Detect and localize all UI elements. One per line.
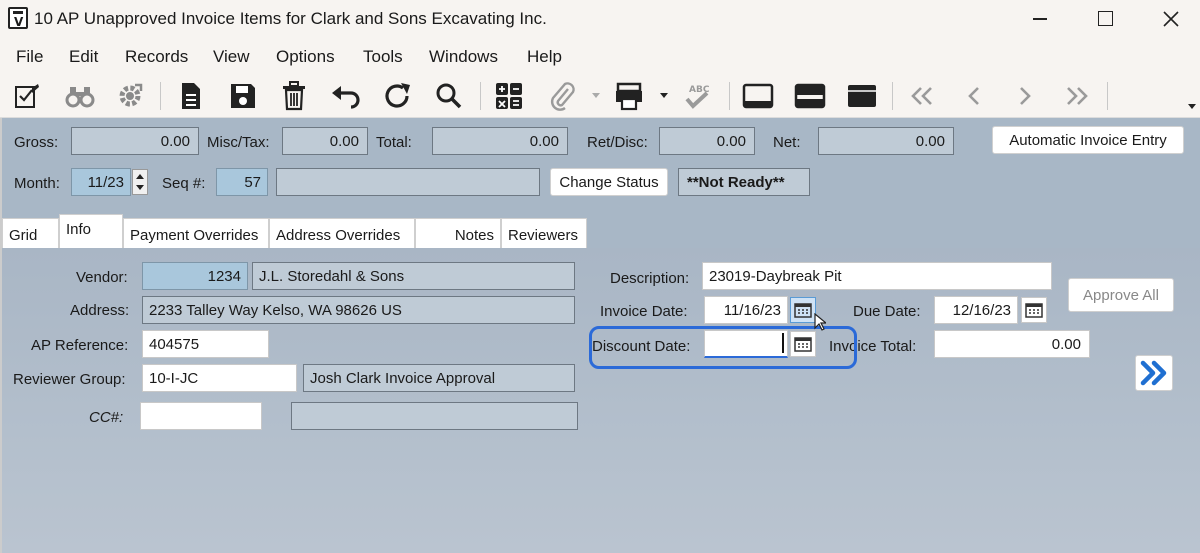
seq-label: Seq #: [162, 175, 206, 192]
gross-field: 0.00 [71, 127, 199, 155]
title-bar: V 10 AP Unapproved Invoice Items for Cla… [0, 0, 1200, 38]
net-field: 0.00 [818, 127, 954, 155]
totals-header: Gross: 0.00 Misc/Tax: 0.00 Total: 0.00 R… [0, 118, 1200, 214]
refresh-icon[interactable] [381, 79, 415, 113]
vendor-label: Vendor: [76, 269, 128, 286]
maximize-button[interactable] [1082, 0, 1128, 38]
tab-reviewers[interactable]: Reviewers [501, 218, 587, 248]
menu-view[interactable]: View [213, 47, 250, 67]
menu-edit[interactable]: Edit [69, 47, 98, 67]
tab-info[interactable]: Info [59, 214, 123, 248]
invoice-total-input[interactable]: 0.00 [934, 330, 1090, 358]
seq-field[interactable]: 57 [216, 168, 268, 196]
total-label: Total: [376, 134, 412, 151]
menu-file[interactable]: File [16, 47, 43, 67]
menu-help[interactable]: Help [527, 47, 562, 67]
spellcheck-icon[interactable]: ABC [680, 79, 714, 113]
approve-all-button[interactable]: Approve All [1068, 278, 1174, 312]
reviewer-group-input[interactable]: 10-I-JC [142, 364, 297, 392]
toolbar-overflow-icon[interactable] [1188, 104, 1196, 109]
tab-payment-overrides[interactable]: Payment Overrides [123, 218, 269, 248]
info-panel [0, 248, 1200, 553]
save-icon[interactable] [226, 79, 260, 113]
gross-label: Gross: [14, 134, 59, 151]
misc-tax-label: Misc/Tax: [207, 134, 270, 151]
menu-options[interactable]: Options [276, 47, 335, 67]
net-label: Net: [773, 134, 801, 151]
menu-records[interactable]: Records [125, 47, 188, 67]
layout-top-icon[interactable] [845, 79, 879, 113]
address-field: 2233 Talley Way Kelso, WA 98626 US [142, 296, 575, 324]
attachment-icon[interactable] [545, 79, 579, 113]
vendor-number-field[interactable]: 1234 [142, 262, 248, 290]
misc-tax-field: 0.00 [282, 127, 368, 155]
month-spinner[interactable] [132, 169, 148, 195]
document-icon[interactable] [174, 79, 208, 113]
month-field[interactable]: 11/23 [71, 168, 131, 196]
calendar-icon [1025, 303, 1043, 318]
first-record-icon[interactable] [905, 79, 939, 113]
tab-address-overrides[interactable]: Address Overrides [269, 218, 415, 248]
description-label: Description: [610, 270, 690, 287]
close-icon [1163, 11, 1179, 27]
address-label: Address: [70, 302, 130, 319]
due-date-input[interactable]: 12/16/23 [934, 296, 1018, 324]
window-title: 10 AP Unapproved Invoice Items for Clark… [34, 9, 547, 28]
invoice-date-input[interactable]: 11/16/23 [704, 296, 788, 324]
automatic-invoice-entry-button[interactable]: Automatic Invoice Entry [992, 126, 1184, 154]
change-status-button[interactable]: Change Status [550, 168, 668, 196]
binoculars-icon[interactable] [63, 79, 97, 113]
menu-bar: File Edit Records View Options Tools Win… [0, 38, 1200, 74]
double-chevron-right-icon [1140, 360, 1167, 386]
description-input[interactable]: 23019-Daybreak Pit [702, 262, 1052, 290]
cc-label: CC#: [89, 409, 124, 426]
calculator-icon[interactable] [492, 79, 526, 113]
trash-icon[interactable] [277, 79, 311, 113]
close-button[interactable] [1148, 0, 1194, 38]
status-badge: **Not Ready** [678, 168, 810, 196]
menu-windows[interactable]: Windows [429, 47, 498, 67]
mouse-pointer-icon [814, 312, 828, 335]
ap-reference-input[interactable]: 404575 [142, 330, 269, 358]
previous-record-icon[interactable] [957, 79, 991, 113]
last-record-icon[interactable] [1060, 79, 1094, 113]
next-record-icon[interactable] [1008, 79, 1042, 113]
app-icon: V [8, 7, 28, 29]
calendar-icon [794, 303, 812, 318]
undo-icon[interactable] [329, 79, 363, 113]
tab-bar: Grid Info Payment Overrides Address Over… [0, 214, 1200, 248]
seq-description-field [276, 168, 540, 196]
gear-icon[interactable] [113, 79, 147, 113]
tab-notes[interactable]: Notes [415, 218, 501, 248]
edit-check-icon[interactable] [10, 79, 44, 113]
cc-input[interactable] [140, 402, 262, 430]
month-label: Month: [14, 175, 60, 192]
next-page-button[interactable] [1135, 355, 1173, 391]
invoice-date-calendar-button[interactable] [790, 297, 816, 323]
print-icon[interactable] [612, 79, 646, 113]
total-field: 0.00 [432, 127, 568, 155]
reviewer-group-label: Reviewer Group: [13, 371, 126, 388]
vendor-name-field: J.L. Storedahl & Sons [252, 262, 575, 290]
ret-disc-label: Ret/Disc: [587, 134, 648, 151]
ret-disc-field: 0.00 [659, 127, 755, 155]
toolbar: ABC [0, 74, 1200, 118]
ap-reference-label: AP Reference: [31, 337, 129, 354]
tab-grid[interactable]: Grid [2, 218, 59, 248]
reviewer-group-description: Josh Clark Invoice Approval [303, 364, 575, 392]
layout-split-icon[interactable] [793, 79, 827, 113]
layout-bottom-icon[interactable] [741, 79, 775, 113]
menu-tools[interactable]: Tools [363, 47, 403, 67]
due-date-label: Due Date: [853, 303, 921, 320]
cc-description-field [291, 402, 578, 430]
due-date-calendar-button[interactable] [1021, 297, 1047, 323]
search-icon[interactable] [432, 79, 466, 113]
invoice-date-label: Invoice Date: [600, 303, 688, 320]
minimize-button[interactable] [1017, 0, 1063, 38]
